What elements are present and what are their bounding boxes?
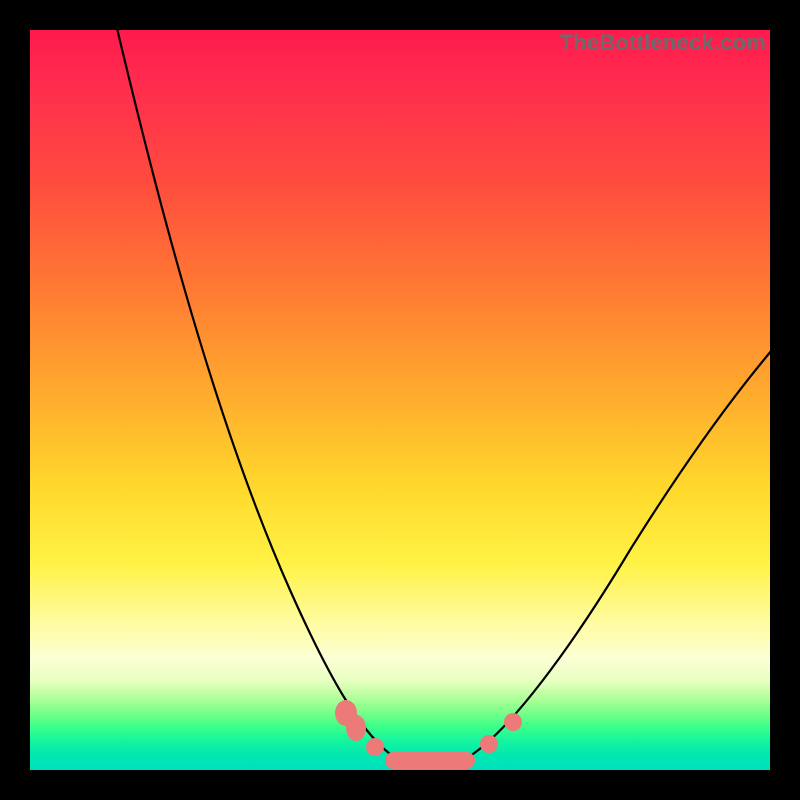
valley-marker — [480, 735, 498, 753]
chart-frame: TheBottleneck.com — [0, 0, 800, 800]
valley-marker — [504, 713, 522, 731]
plot-area — [30, 30, 770, 770]
watermark-text: TheBottleneck.com — [560, 30, 766, 56]
valley-marker — [346, 715, 366, 741]
valley-marker — [366, 738, 384, 756]
valley-marker-pill — [385, 752, 475, 769]
curve-right — [470, 350, 770, 756]
curve-svg — [30, 30, 770, 770]
curve-left — [108, 30, 390, 754]
